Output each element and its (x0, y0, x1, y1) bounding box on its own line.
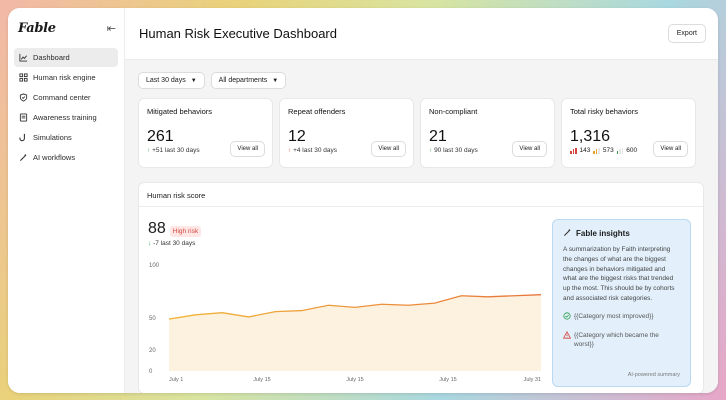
sidebar-item-ai-workflows[interactable]: AI workflows (14, 148, 118, 167)
y-tick-label: 100 (149, 263, 160, 269)
sidebar-item-label: Human risk engine (33, 73, 96, 82)
card-delta-text: 90 last 30 days (434, 147, 478, 154)
card-title: Non-compliant (429, 107, 478, 116)
sidebar-item-command-center[interactable]: Command center (14, 88, 118, 107)
view-all-button[interactable]: View all (371, 141, 406, 157)
sidebar-item-human-risk-engine[interactable]: Human risk engine (14, 68, 118, 87)
period-dropdown[interactable]: Last 30 days ▼ (138, 72, 205, 89)
main-content: Human Risk Executive Dashboard Export La… (125, 8, 718, 393)
y-tick-label: 20 (149, 348, 156, 354)
page-header: Human Risk Executive Dashboard Export (125, 8, 718, 60)
filter-bar: Last 30 days ▼ All departments ▼ (125, 60, 718, 89)
risk-score-chart-svg: 0 20 50 100 July 1 July 15 July 15 July 15 July … (149, 263, 542, 383)
card-title: Mitigated behaviors (147, 107, 213, 116)
insight-worst-text: {{Category which became the worst}} (574, 331, 659, 348)
x-tick-label: July 1 (169, 377, 183, 383)
arrow-up-icon: ↑ (429, 147, 433, 154)
x-tick-label: July 15 (439, 377, 456, 383)
insights-description: A summarization by Faith interpreting th… (563, 246, 675, 302)
export-button[interactable]: Export (667, 24, 706, 43)
check-circle-icon (563, 311, 571, 323)
low-risk-count: 600 (626, 147, 638, 154)
medium-risk-count: 573 (602, 147, 614, 154)
period-dropdown-label: Last 30 days (146, 77, 186, 84)
card-title: Repeat offenders (288, 107, 346, 116)
insights-title: Fable insights (576, 229, 630, 238)
departments-dropdown[interactable]: All departments ▼ (210, 72, 287, 89)
area-fill (169, 294, 541, 371)
magic-wand-icon (563, 228, 572, 239)
sidebar-item-label: Awareness training (33, 113, 97, 122)
score-value: 88 (148, 220, 166, 237)
arrow-up-icon: ↑ (288, 147, 292, 154)
insights-footer: AI-powered summary (627, 372, 680, 378)
sidebar-item-label: Command center (33, 93, 91, 102)
grid-icon (19, 73, 28, 82)
insight-worst-row: {{Category which became the worst}} (562, 330, 680, 349)
y-tick-label: 50 (149, 316, 156, 322)
view-all-button[interactable]: View all (653, 141, 688, 157)
x-tick-label: July 15 (346, 377, 363, 383)
page-title: Human Risk Executive Dashboard (139, 26, 337, 41)
card-title: Total risky behaviors (570, 107, 638, 116)
card-repeat-offenders: Repeat offenders 12 ↑ +4 last 30 days Vi… (279, 98, 414, 168)
high-risk-count: 143 (579, 147, 591, 154)
x-tick-label: July 15 (253, 377, 270, 383)
score-delta-text: -7 last 30 days (153, 240, 196, 247)
app-window: Fable ⇤ Dashboard Human risk engine Comm… (8, 8, 718, 393)
panel-title: Human risk score (139, 183, 703, 207)
high-risk-bars-icon (570, 147, 577, 154)
wand-icon (19, 153, 28, 162)
insight-improved-text: {{Category most improved}} (574, 312, 654, 320)
sidebar-item-simulations[interactable]: Simulations (14, 128, 118, 147)
fable-logo: Fable (18, 20, 56, 36)
insights-title-row: Fable insights (563, 228, 680, 239)
arrow-down-icon: ↓ (148, 240, 152, 247)
shield-icon (19, 93, 28, 102)
departments-dropdown-label: All departments (218, 77, 268, 84)
card-delta-text: +4 last 30 days (293, 147, 337, 154)
chevron-down-icon: ▼ (190, 77, 197, 84)
card-delta-text: +51 last 30 days (152, 147, 200, 154)
arrow-up-icon: ↑ (147, 147, 151, 154)
card-non-compliant: Non-compliant 21 ↑ 90 last 30 days View … (420, 98, 555, 168)
hook-icon (19, 133, 28, 142)
sidebar: Fable ⇤ Dashboard Human risk engine Comm… (8, 8, 125, 393)
sidebar-item-dashboard[interactable]: Dashboard (14, 48, 118, 67)
card-mitigated-behaviors: Mitigated behaviors 261 ↑ +51 last 30 da… (138, 98, 273, 168)
human-risk-score-panel: Human risk score 88 High risk ↓ -7 last … (138, 182, 704, 393)
sidebar-item-label: AI workflows (33, 153, 76, 162)
insight-improved-row: {{Category most improved}} (563, 311, 680, 323)
y-tick-label: 0 (149, 369, 153, 375)
card-total-risky-behaviors: Total risky behaviors 1,316 143 573 600 … (561, 98, 696, 168)
fable-insights-card: Fable insights A summarization by Faith … (552, 219, 691, 387)
chevron-down-icon: ▼ (272, 77, 279, 84)
low-risk-bars-icon (616, 147, 624, 154)
warning-icon (562, 330, 572, 349)
collapse-sidebar-icon[interactable]: ⇤ (107, 22, 116, 35)
x-tick-label: July 31 (524, 377, 541, 383)
sidebar-item-label: Dashboard (33, 53, 70, 62)
brand-row: Fable ⇤ (14, 16, 118, 40)
view-all-button[interactable]: View all (230, 141, 265, 157)
sidebar-item-awareness-training[interactable]: Awareness training (14, 108, 118, 127)
book-icon (19, 113, 28, 122)
view-all-button[interactable]: View all (512, 141, 547, 157)
chart-line-icon (19, 53, 28, 62)
risk-score-chart: 0 20 50 100 July 1 July 15 July 15 July 15 July … (139, 261, 551, 391)
sidebar-nav: Dashboard Human risk engine Command cent… (14, 48, 118, 167)
risk-level-badge: High risk (169, 226, 202, 237)
sidebar-item-label: Simulations (33, 133, 72, 142)
metric-cards: Mitigated behaviors 261 ↑ +51 last 30 da… (125, 89, 718, 168)
medium-risk-bars-icon (593, 147, 600, 154)
